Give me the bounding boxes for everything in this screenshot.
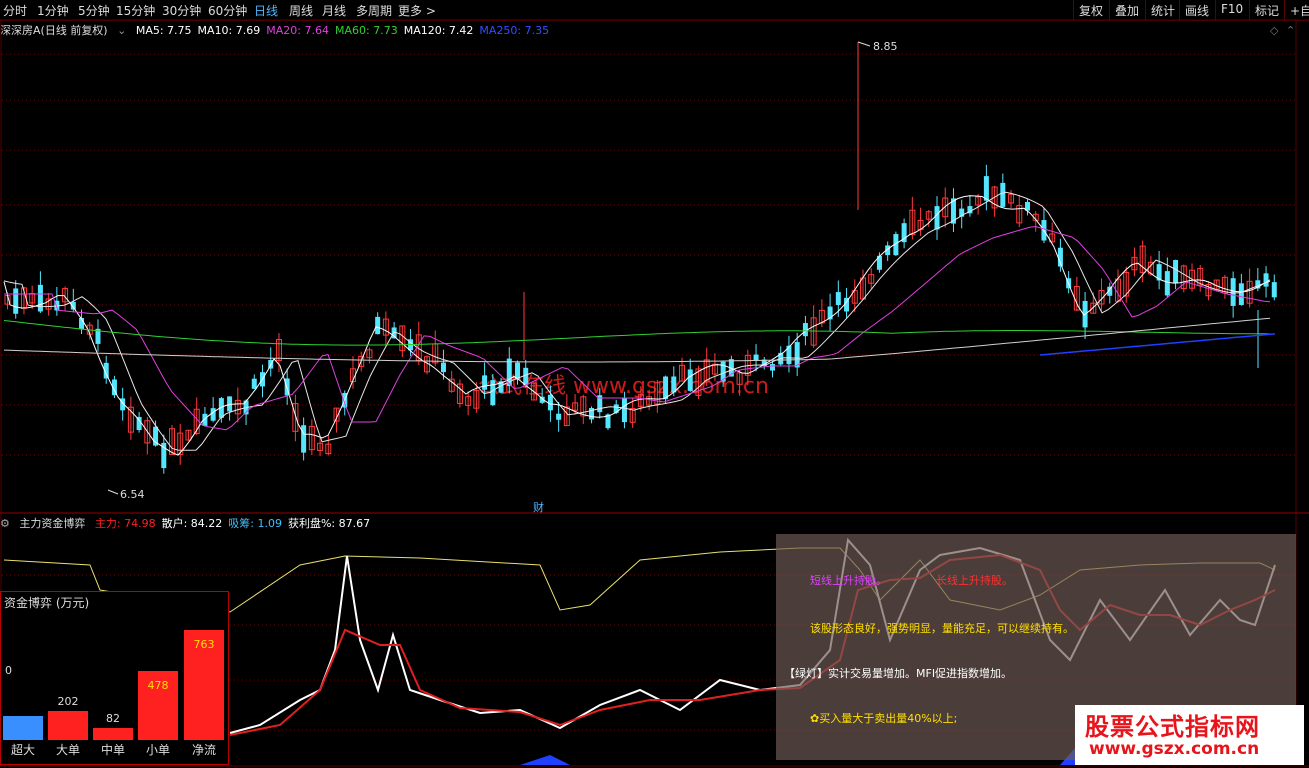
candle-body [983, 176, 989, 201]
site-watermark-box: 股票公式指标网 www.gszx.com.cn [1075, 705, 1304, 765]
ma120-line [3, 317, 1271, 363]
sub-chart-header: ⚙ 主力资金博弈 主力: 74.98 散户: 84.22 吸筹: 1.09 获利盘%:… [0, 515, 382, 531]
candle-body [1238, 283, 1244, 305]
candle-body [671, 376, 677, 393]
candle-body [1230, 278, 1236, 306]
fund-game-panel: 资金博弈 (万元) 0 超大 202 大单 82 中单 478 小单 763 净流 [0, 591, 229, 765]
comment-long-trend: 长线上升持股。 [936, 574, 1013, 587]
fund-bar-label: 净流 [191, 743, 216, 757]
candle-body [301, 425, 307, 453]
candle-body [753, 354, 759, 361]
fund-bar-value: 763 [193, 638, 215, 651]
candle-body [482, 375, 488, 390]
candle-body [1000, 182, 1006, 207]
candle-body [621, 398, 627, 423]
high-pointer [857, 41, 871, 47]
fund-bar-中单 [93, 728, 133, 740]
diamond-icon: ◇ [1270, 24, 1279, 37]
fund-bar-label: 超大 [10, 743, 35, 757]
candle-body [1263, 273, 1269, 287]
fund-bar-value: 478 [147, 679, 169, 693]
fund-bar-超大 [3, 716, 43, 740]
sub-value-2: 吸筹: 1.09 [228, 517, 282, 530]
candle-body [835, 292, 841, 305]
settings-gear-icon[interactable]: ⚙ [0, 517, 10, 530]
comment-shape: 该股形态良好，强势明显，量能充足，可以继续持有。 [810, 622, 1074, 635]
finance-marker: 财 [533, 500, 544, 514]
comment-short-trend: 短线上升持股。 [810, 574, 887, 587]
fund-panel-title: 资金博弈 (万元) [4, 596, 90, 610]
fund-bar-label: 大单 [55, 743, 80, 757]
vol-blip-1 [520, 755, 570, 765]
candle-body [1173, 260, 1179, 284]
candle-body [663, 376, 669, 400]
candle-body [490, 380, 496, 406]
candle-body [210, 408, 216, 421]
collapse-icon: ⌃ [1286, 24, 1295, 37]
candle-body [1271, 282, 1277, 298]
fund-bar-value: 82 [106, 712, 120, 725]
candle-body [375, 316, 381, 335]
high-price-label: 8.85 [873, 40, 898, 53]
fund-bar-value: 202 [57, 694, 79, 708]
candle-body [794, 342, 800, 368]
sub-value-0: 主力: 74.98 [94, 517, 156, 530]
fund-bar-大单 [48, 710, 88, 740]
watermark-url: www.gszx.com.cn [1089, 739, 1260, 759]
candle-body [515, 362, 520, 379]
sub-value-1: 散户: 84.22 [161, 517, 223, 530]
comment-buy-volume: ✿买入量大于卖出量40%以上; [810, 712, 958, 725]
candle-body [251, 378, 257, 389]
ma20-line [4, 226, 1271, 431]
candle-body [934, 206, 940, 230]
watermark-title: 股票公式指标网 [1085, 713, 1260, 741]
candle-body [523, 367, 529, 386]
candle-body [687, 369, 693, 391]
candle-body [556, 413, 562, 420]
candle-body [440, 362, 446, 373]
candle-body [613, 404, 619, 413]
low-price-label: 6.54 [120, 488, 145, 501]
sub-value-3: 获利盘%: 87.67 [287, 517, 371, 530]
fund-bar-label: 小单 [145, 743, 170, 757]
low-pointer [107, 489, 119, 495]
sub-indicator-title[interactable]: 主力资金博弈 [19, 517, 85, 530]
candle-body [13, 288, 19, 314]
fund-bar-value: 0 [5, 664, 12, 677]
comment-green-light: 【绿灯】实计交易量增加。MFI促进指数增加。 [784, 667, 1013, 680]
candle-body [1164, 271, 1170, 296]
fund-bar-label: 中单 [100, 743, 125, 757]
candle-body [37, 284, 43, 312]
candle-body [770, 364, 775, 371]
ma60-line [3, 320, 1271, 346]
